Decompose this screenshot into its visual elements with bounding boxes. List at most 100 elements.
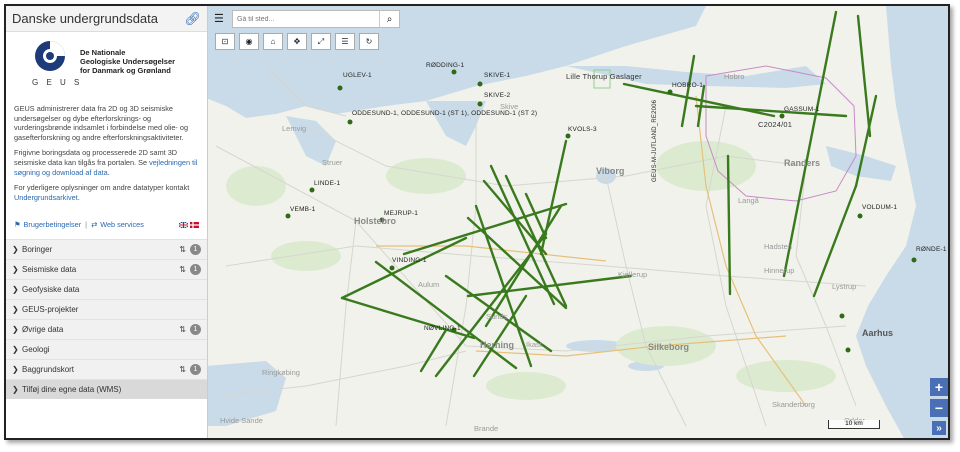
- layer-label: Øvrige data: [22, 325, 64, 334]
- town-label: Lemvig: [282, 124, 307, 133]
- town-label: Ringkøbing: [262, 368, 300, 377]
- sort-icon[interactable]: ⇅: [179, 325, 186, 334]
- town-label: Aulum: [418, 280, 440, 289]
- town-label: Aarhus: [862, 328, 894, 338]
- layer-label: Boringer: [22, 245, 53, 254]
- chevron-right-icon: ❯: [12, 325, 19, 334]
- well-dot: [477, 81, 483, 87]
- sort-icon[interactable]: ⇅: [179, 245, 186, 254]
- zoom-out-button[interactable]: −: [930, 399, 948, 417]
- count-badge: 1: [190, 244, 201, 255]
- well-label[interactable]: LINDE-1: [314, 180, 340, 187]
- layer-item[interactable]: ❯ Geofysiske data: [6, 279, 207, 299]
- well-label[interactable]: SKIVE-1: [484, 72, 510, 79]
- seismic-line: [856, 14, 872, 138]
- search-box[interactable]: ⌕: [232, 10, 400, 28]
- well-label[interactable]: ODDESUND-1, ODDESUND-1 (ST 1), ODDESUND-…: [352, 110, 537, 117]
- layer-item[interactable]: ❯ Seismiske data ⇅ 1: [6, 259, 207, 279]
- sort-icon[interactable]: ⇅: [179, 365, 186, 374]
- seismic-label: Lille Thorup Gaslager: [566, 72, 642, 81]
- layer-item[interactable]: ❯ Boringer ⇅ 1: [6, 239, 207, 259]
- intro-text: GEUS administrerer data fra 2D og 3D sei…: [6, 104, 207, 202]
- archive-link[interactable]: Undergrundsarkivet: [14, 193, 78, 202]
- chevron-right-icon: ❯: [12, 365, 19, 374]
- town-label: Struer: [322, 158, 343, 167]
- sort-icon[interactable]: ⇅: [179, 265, 186, 274]
- web-services-link[interactable]: Web services: [100, 220, 144, 229]
- layer-item[interactable]: ❯ Tilføj dine egne data (WMS): [6, 379, 207, 399]
- zoom-in-button[interactable]: +: [930, 378, 948, 396]
- well-dot: [857, 213, 863, 219]
- well-label[interactable]: RØNDE-1: [916, 246, 947, 253]
- town-label: Holstebro: [354, 216, 397, 226]
- chevron-right-icon: ❯: [12, 245, 19, 254]
- town-label: Lystrup: [832, 282, 857, 291]
- well-label[interactable]: VEMB-1: [290, 206, 315, 213]
- well-dot: [911, 257, 917, 263]
- search-icon[interactable]: ⌕: [379, 11, 399, 27]
- chevron-right-icon: ❯: [12, 345, 19, 354]
- seismic-line: [854, 94, 878, 188]
- seismic-line: [472, 294, 528, 378]
- intro-paragraph: For yderligere oplysninger om andre data…: [14, 183, 199, 202]
- town-label: Hinnerup: [764, 266, 795, 275]
- org-name-line: De Nationale: [80, 48, 126, 57]
- well-label[interactable]: KVOLS-3: [568, 126, 597, 133]
- count-badge: 1: [190, 364, 201, 375]
- layer-item[interactable]: ❯ GEUS-projekter: [6, 299, 207, 319]
- well-dot: [337, 85, 343, 91]
- well-label[interactable]: RØDDING-1: [426, 62, 464, 69]
- layer-label: Geofysiske data: [22, 285, 80, 294]
- expand-button[interactable]: »: [932, 421, 946, 435]
- seismic-line: [726, 154, 732, 296]
- well-dot: [845, 347, 851, 353]
- map-toolbar: ⊡ ◉ ⌂ ✥ ⤢ ☰ ↻: [215, 33, 379, 50]
- well-label[interactable]: UGLEV-1: [343, 72, 372, 79]
- layer-item[interactable]: ❯ Baggrundskort ⇅ 1: [6, 359, 207, 379]
- town-label: Randers: [784, 158, 821, 168]
- terms-icon: ⚑: [14, 220, 21, 229]
- well-label[interactable]: HOBRO-1: [672, 82, 703, 89]
- chevron-right-icon: ❯: [12, 305, 19, 314]
- town-label: Ikast: [526, 340, 542, 349]
- well-label[interactable]: MEJRUP-1: [384, 210, 418, 217]
- well-dot: [389, 265, 395, 271]
- links-row: ⚑ Brugerbetingelser | ⇄ Web services: [14, 220, 199, 229]
- town-label: Hobro: [724, 72, 745, 81]
- refresh-icon[interactable]: ↻: [359, 33, 379, 50]
- town-label: Skanderborg: [772, 400, 815, 409]
- layer-item[interactable]: ❯ Geologi: [6, 339, 207, 359]
- danish-flag-icon[interactable]: [190, 221, 199, 228]
- link-icon[interactable]: 🔗︎: [184, 11, 201, 27]
- panel-header: Danske undergrundsdata 🔗︎: [6, 6, 207, 32]
- list-icon[interactable]: ☰: [335, 33, 355, 50]
- geus-wordmark: G E U S: [32, 78, 83, 87]
- uk-flag-icon[interactable]: [179, 221, 188, 228]
- search-input[interactable]: [233, 15, 373, 23]
- chevron-right-icon: ❯: [12, 385, 19, 394]
- seismic-line: [680, 54, 696, 128]
- chevron-right-icon: ❯: [12, 265, 19, 274]
- org-name: De Nationale Geologiske Undersøgelser fo…: [80, 48, 175, 75]
- seismic-label: C2024/01: [758, 120, 793, 129]
- town-label: Hvide Sande: [220, 416, 263, 425]
- app-window: Lemvig Struer Holstebro Skive Viborg Ran…: [4, 4, 950, 440]
- locate-icon[interactable]: ◉: [239, 33, 259, 50]
- terms-link[interactable]: Brugerbetingelser: [24, 220, 82, 229]
- zoom-box-icon[interactable]: ⊡: [215, 33, 235, 50]
- well-label[interactable]: SKIVE-2: [484, 92, 510, 99]
- well-label[interactable]: NØVLING-1: [424, 325, 461, 332]
- menu-icon[interactable]: ☰: [214, 12, 224, 25]
- town-label: Brande: [474, 424, 499, 433]
- well-dot: [285, 213, 291, 219]
- well-label[interactable]: GASSUM-1: [784, 106, 820, 113]
- seismic-label: GEUS-M-JUTLAND_RE2006: [652, 99, 658, 182]
- well-label[interactable]: VINDING-1: [392, 257, 427, 264]
- layer-item[interactable]: ❯ Øvrige data ⇅ 1: [6, 319, 207, 339]
- well-label[interactable]: VOLDUM-1: [862, 204, 897, 211]
- count-badge: 1: [190, 324, 201, 335]
- fullscreen-icon[interactable]: ⤢: [311, 33, 331, 50]
- intro-paragraph: Frigivne boringsdata og processerede 2D …: [14, 148, 199, 177]
- home-icon[interactable]: ⌂: [263, 33, 283, 50]
- pan-icon[interactable]: ✥: [287, 33, 307, 50]
